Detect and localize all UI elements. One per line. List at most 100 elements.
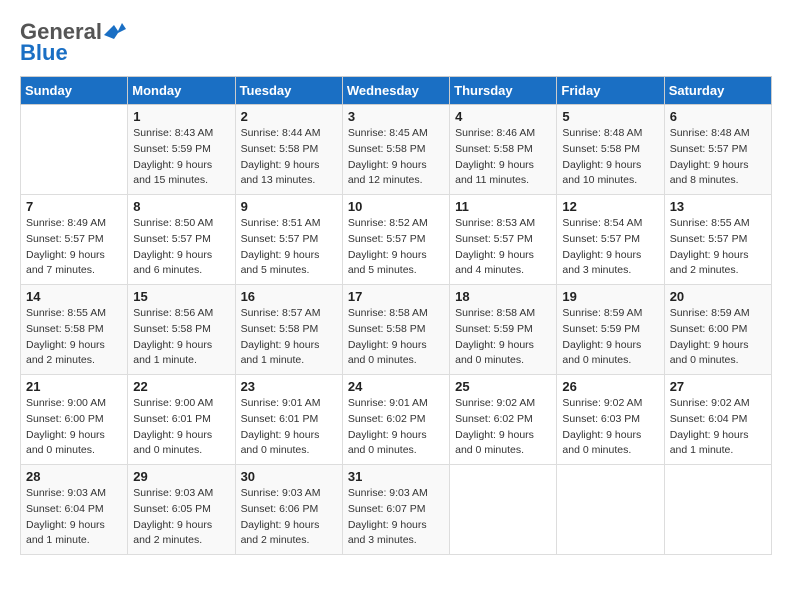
header-monday: Monday: [128, 77, 235, 105]
day-number: 6: [670, 109, 766, 124]
calendar-cell: 14 Sunrise: 8:55 AM Sunset: 5:58 PM Dayli…: [21, 285, 128, 375]
calendar-cell: 22 Sunrise: 9:00 AM Sunset: 6:01 PM Dayli…: [128, 375, 235, 465]
day-number: 1: [133, 109, 229, 124]
calendar-cell: 18 Sunrise: 8:58 AM Sunset: 5:59 PM Dayli…: [450, 285, 557, 375]
header-tuesday: Tuesday: [235, 77, 342, 105]
day-number: 13: [670, 199, 766, 214]
calendar-cell: 3 Sunrise: 8:45 AM Sunset: 5:58 PM Daylig…: [342, 105, 449, 195]
day-info: Sunrise: 8:51 AM Sunset: 5:57 PM Dayligh…: [241, 216, 337, 279]
day-info: Sunrise: 8:55 AM Sunset: 5:58 PM Dayligh…: [26, 306, 122, 369]
day-info: Sunrise: 8:57 AM Sunset: 5:58 PM Dayligh…: [241, 306, 337, 369]
day-number: 18: [455, 289, 551, 304]
day-info: Sunrise: 8:48 AM Sunset: 5:58 PM Dayligh…: [562, 126, 658, 189]
day-info: Sunrise: 9:03 AM Sunset: 6:07 PM Dayligh…: [348, 486, 444, 549]
logo-bird-icon: [104, 21, 126, 39]
calendar-cell: 25 Sunrise: 9:02 AM Sunset: 6:02 PM Dayli…: [450, 375, 557, 465]
calendar-table: SundayMondayTuesdayWednesdayThursdayFrid…: [20, 76, 772, 555]
day-info: Sunrise: 9:02 AM Sunset: 6:02 PM Dayligh…: [455, 396, 551, 459]
day-number: 20: [670, 289, 766, 304]
day-info: Sunrise: 8:49 AM Sunset: 5:57 PM Dayligh…: [26, 216, 122, 279]
day-number: 3: [348, 109, 444, 124]
day-number: 15: [133, 289, 229, 304]
day-number: 27: [670, 379, 766, 394]
header-thursday: Thursday: [450, 77, 557, 105]
calendar-cell: [450, 465, 557, 555]
day-number: 14: [26, 289, 122, 304]
day-info: Sunrise: 8:59 AM Sunset: 6:00 PM Dayligh…: [670, 306, 766, 369]
day-number: 7: [26, 199, 122, 214]
day-info: Sunrise: 8:44 AM Sunset: 5:58 PM Dayligh…: [241, 126, 337, 189]
header-sunday: Sunday: [21, 77, 128, 105]
calendar-cell: 27 Sunrise: 9:02 AM Sunset: 6:04 PM Dayli…: [664, 375, 771, 465]
day-info: Sunrise: 9:02 AM Sunset: 6:04 PM Dayligh…: [670, 396, 766, 459]
calendar-cell: 8 Sunrise: 8:50 AM Sunset: 5:57 PM Daylig…: [128, 195, 235, 285]
calendar-cell: 15 Sunrise: 8:56 AM Sunset: 5:58 PM Dayli…: [128, 285, 235, 375]
day-number: 2: [241, 109, 337, 124]
day-number: 24: [348, 379, 444, 394]
day-number: 25: [455, 379, 551, 394]
day-info: Sunrise: 9:00 AM Sunset: 6:00 PM Dayligh…: [26, 396, 122, 459]
day-info: Sunrise: 8:58 AM Sunset: 5:58 PM Dayligh…: [348, 306, 444, 369]
calendar-cell: 19 Sunrise: 8:59 AM Sunset: 5:59 PM Dayli…: [557, 285, 664, 375]
calendar-cell: 7 Sunrise: 8:49 AM Sunset: 5:57 PM Daylig…: [21, 195, 128, 285]
calendar-cell: 1 Sunrise: 8:43 AM Sunset: 5:59 PM Daylig…: [128, 105, 235, 195]
day-info: Sunrise: 9:01 AM Sunset: 6:02 PM Dayligh…: [348, 396, 444, 459]
day-number: 31: [348, 469, 444, 484]
day-number: 26: [562, 379, 658, 394]
day-info: Sunrise: 9:00 AM Sunset: 6:01 PM Dayligh…: [133, 396, 229, 459]
calendar-cell: 12Sunrise: 8:54 AM Sunset: 5:57 PM Dayli…: [557, 195, 664, 285]
calendar-cell: 26Sunrise: 9:02 AM Sunset: 6:03 PM Dayli…: [557, 375, 664, 465]
day-number: 22: [133, 379, 229, 394]
day-info: Sunrise: 8:56 AM Sunset: 5:58 PM Dayligh…: [133, 306, 229, 369]
header-friday: Friday: [557, 77, 664, 105]
calendar-cell: [21, 105, 128, 195]
calendar-cell: 10Sunrise: 8:52 AM Sunset: 5:57 PM Dayli…: [342, 195, 449, 285]
calendar-cell: 30 Sunrise: 9:03 AM Sunset: 6:06 PM Dayli…: [235, 465, 342, 555]
day-info: Sunrise: 9:01 AM Sunset: 6:01 PM Dayligh…: [241, 396, 337, 459]
day-number: 17: [348, 289, 444, 304]
calendar-week-row: 1 Sunrise: 8:43 AM Sunset: 5:59 PM Daylig…: [21, 105, 772, 195]
calendar-cell: 5Sunrise: 8:48 AM Sunset: 5:58 PM Daylig…: [557, 105, 664, 195]
day-info: Sunrise: 9:03 AM Sunset: 6:06 PM Dayligh…: [241, 486, 337, 549]
day-number: 30: [241, 469, 337, 484]
day-info: Sunrise: 8:46 AM Sunset: 5:58 PM Dayligh…: [455, 126, 551, 189]
calendar-week-row: 21Sunrise: 9:00 AM Sunset: 6:00 PM Dayli…: [21, 375, 772, 465]
calendar-cell: [664, 465, 771, 555]
calendar-week-row: 14 Sunrise: 8:55 AM Sunset: 5:58 PM Dayli…: [21, 285, 772, 375]
day-info: Sunrise: 8:52 AM Sunset: 5:57 PM Dayligh…: [348, 216, 444, 279]
day-info: Sunrise: 8:48 AM Sunset: 5:57 PM Dayligh…: [670, 126, 766, 189]
day-info: Sunrise: 8:59 AM Sunset: 5:59 PM Dayligh…: [562, 306, 658, 369]
day-number: 4: [455, 109, 551, 124]
day-info: Sunrise: 8:58 AM Sunset: 5:59 PM Dayligh…: [455, 306, 551, 369]
day-info: Sunrise: 8:45 AM Sunset: 5:58 PM Dayligh…: [348, 126, 444, 189]
calendar-cell: 31 Sunrise: 9:03 AM Sunset: 6:07 PM Dayli…: [342, 465, 449, 555]
day-number: 23: [241, 379, 337, 394]
day-number: 19: [562, 289, 658, 304]
calendar-cell: 20 Sunrise: 8:59 AM Sunset: 6:00 PM Dayli…: [664, 285, 771, 375]
calendar-week-row: 28 Sunrise: 9:03 AM Sunset: 6:04 PM Dayli…: [21, 465, 772, 555]
day-info: Sunrise: 9:03 AM Sunset: 6:04 PM Dayligh…: [26, 486, 122, 549]
calendar-cell: 13 Sunrise: 8:55 AM Sunset: 5:57 PM Dayli…: [664, 195, 771, 285]
day-info: Sunrise: 8:55 AM Sunset: 5:57 PM Dayligh…: [670, 216, 766, 279]
calendar-cell: 16 Sunrise: 8:57 AM Sunset: 5:58 PM Dayli…: [235, 285, 342, 375]
day-number: 8: [133, 199, 229, 214]
calendar-cell: 21Sunrise: 9:00 AM Sunset: 6:00 PM Dayli…: [21, 375, 128, 465]
day-info: Sunrise: 8:43 AM Sunset: 5:59 PM Dayligh…: [133, 126, 229, 189]
calendar-header-row: SundayMondayTuesdayWednesdayThursdayFrid…: [21, 77, 772, 105]
day-info: Sunrise: 8:50 AM Sunset: 5:57 PM Dayligh…: [133, 216, 229, 279]
header-wednesday: Wednesday: [342, 77, 449, 105]
calendar-cell: 28 Sunrise: 9:03 AM Sunset: 6:04 PM Dayli…: [21, 465, 128, 555]
day-number: 28: [26, 469, 122, 484]
calendar-cell: 6 Sunrise: 8:48 AM Sunset: 5:57 PM Daylig…: [664, 105, 771, 195]
calendar-cell: 9Sunrise: 8:51 AM Sunset: 5:57 PM Daylig…: [235, 195, 342, 285]
page-header: General Blue: [20, 20, 772, 66]
calendar-cell: 11Sunrise: 8:53 AM Sunset: 5:57 PM Dayli…: [450, 195, 557, 285]
calendar-cell: 29Sunrise: 9:03 AM Sunset: 6:05 PM Dayli…: [128, 465, 235, 555]
calendar-week-row: 7 Sunrise: 8:49 AM Sunset: 5:57 PM Daylig…: [21, 195, 772, 285]
day-number: 29: [133, 469, 229, 484]
calendar-cell: 2 Sunrise: 8:44 AM Sunset: 5:58 PM Daylig…: [235, 105, 342, 195]
calendar-cell: 4 Sunrise: 8:46 AM Sunset: 5:58 PM Daylig…: [450, 105, 557, 195]
calendar-cell: [557, 465, 664, 555]
calendar-cell: 17 Sunrise: 8:58 AM Sunset: 5:58 PM Dayli…: [342, 285, 449, 375]
day-number: 16: [241, 289, 337, 304]
